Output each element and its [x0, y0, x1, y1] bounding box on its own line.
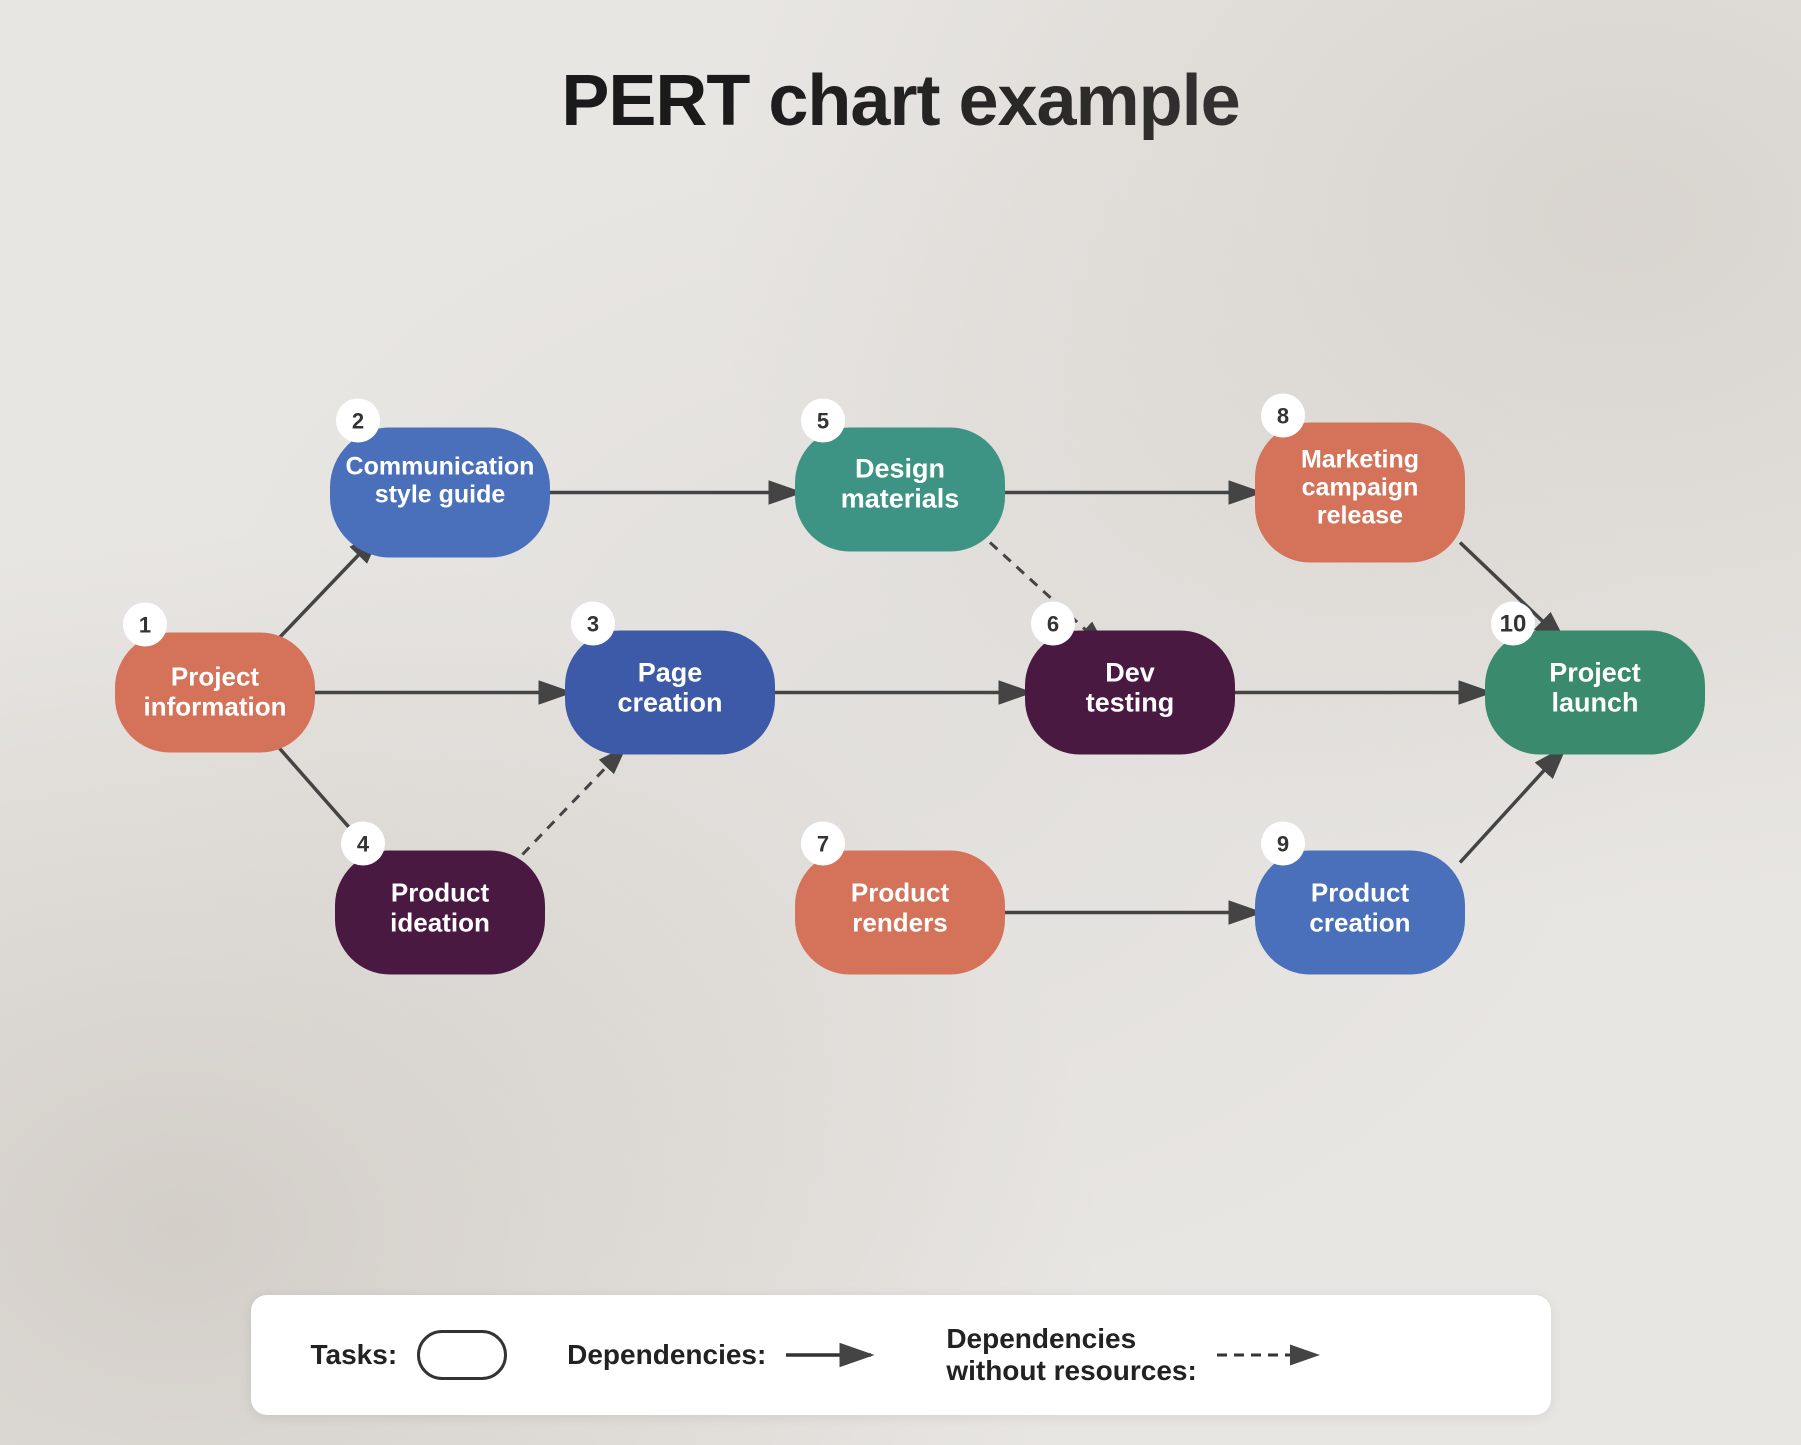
svg-text:Product: Product [391, 878, 490, 908]
legend-tasks: Tasks: [311, 1330, 508, 1380]
svg-text:creation: creation [617, 688, 722, 718]
svg-text:Communication: Communication [346, 453, 535, 481]
chart-area: Project information 1 Communication styl… [0, 180, 1801, 1225]
node-9: Product creation 9 [1255, 822, 1465, 975]
svg-text:1: 1 [139, 613, 151, 638]
page-title: PERT chart example [0, 0, 1801, 142]
svg-text:Project: Project [171, 662, 259, 692]
svg-text:creation: creation [1309, 908, 1410, 938]
arrow-9-10 [1460, 748, 1565, 863]
svg-text:7: 7 [817, 832, 829, 857]
legend: Tasks: Dependencies: Dependencies withou… [251, 1295, 1551, 1415]
svg-text:campaign: campaign [1302, 474, 1419, 502]
svg-text:Project: Project [1549, 658, 1641, 688]
svg-text:renders: renders [852, 908, 947, 938]
svg-text:10: 10 [1500, 611, 1527, 638]
legend-pill-icon [417, 1330, 507, 1380]
svg-text:Page: Page [638, 658, 703, 688]
svg-text:Design: Design [855, 454, 945, 484]
svg-text:8: 8 [1277, 404, 1289, 429]
svg-text:release: release [1317, 502, 1403, 530]
svg-text:Product: Product [1311, 878, 1410, 908]
node-4: Product ideation 4 [335, 822, 545, 975]
svg-text:4: 4 [357, 832, 370, 857]
legend-dependencies-label: Dependencies: [567, 1339, 766, 1371]
svg-text:3: 3 [587, 612, 599, 637]
svg-text:testing: testing [1086, 688, 1175, 718]
node-5: Design materials 5 [795, 399, 1005, 552]
node-8: Marketing campaign release 8 [1255, 394, 1465, 563]
svg-text:2: 2 [352, 409, 364, 434]
legend-dependencies: Dependencies: [567, 1339, 886, 1371]
node-7: Product renders 7 [795, 822, 1005, 975]
svg-text:Marketing: Marketing [1301, 446, 1419, 474]
svg-text:information: information [144, 692, 287, 722]
svg-text:style guide: style guide [375, 481, 506, 509]
node-6: Dev testing 6 [1025, 602, 1235, 755]
svg-text:5: 5 [817, 409, 829, 434]
svg-text:6: 6 [1047, 612, 1059, 637]
arrow-4-3-dotted [510, 748, 625, 868]
svg-text:launch: launch [1551, 688, 1638, 718]
svg-text:Product: Product [851, 878, 950, 908]
svg-text:ideation: ideation [390, 908, 490, 938]
legend-deps-no-res-label: Dependencies without resources: [946, 1323, 1196, 1387]
svg-text:materials: materials [841, 484, 960, 514]
node-2: Communication style guide 2 [330, 399, 550, 558]
node-3: Page creation 3 [565, 602, 775, 755]
svg-text:Dev: Dev [1105, 658, 1155, 688]
node-1: Project information 1 [115, 603, 315, 753]
legend-arrow-icon [786, 1340, 886, 1370]
legend-dependencies-no-resources: Dependencies without resources: [946, 1323, 1336, 1387]
legend-tasks-label: Tasks: [311, 1339, 398, 1371]
svg-text:9: 9 [1277, 832, 1289, 857]
chart-svg: Project information 1 Communication styl… [0, 180, 1801, 1225]
node-10: Project launch 10 [1485, 602, 1705, 755]
legend-dotted-arrow-icon [1217, 1340, 1337, 1370]
